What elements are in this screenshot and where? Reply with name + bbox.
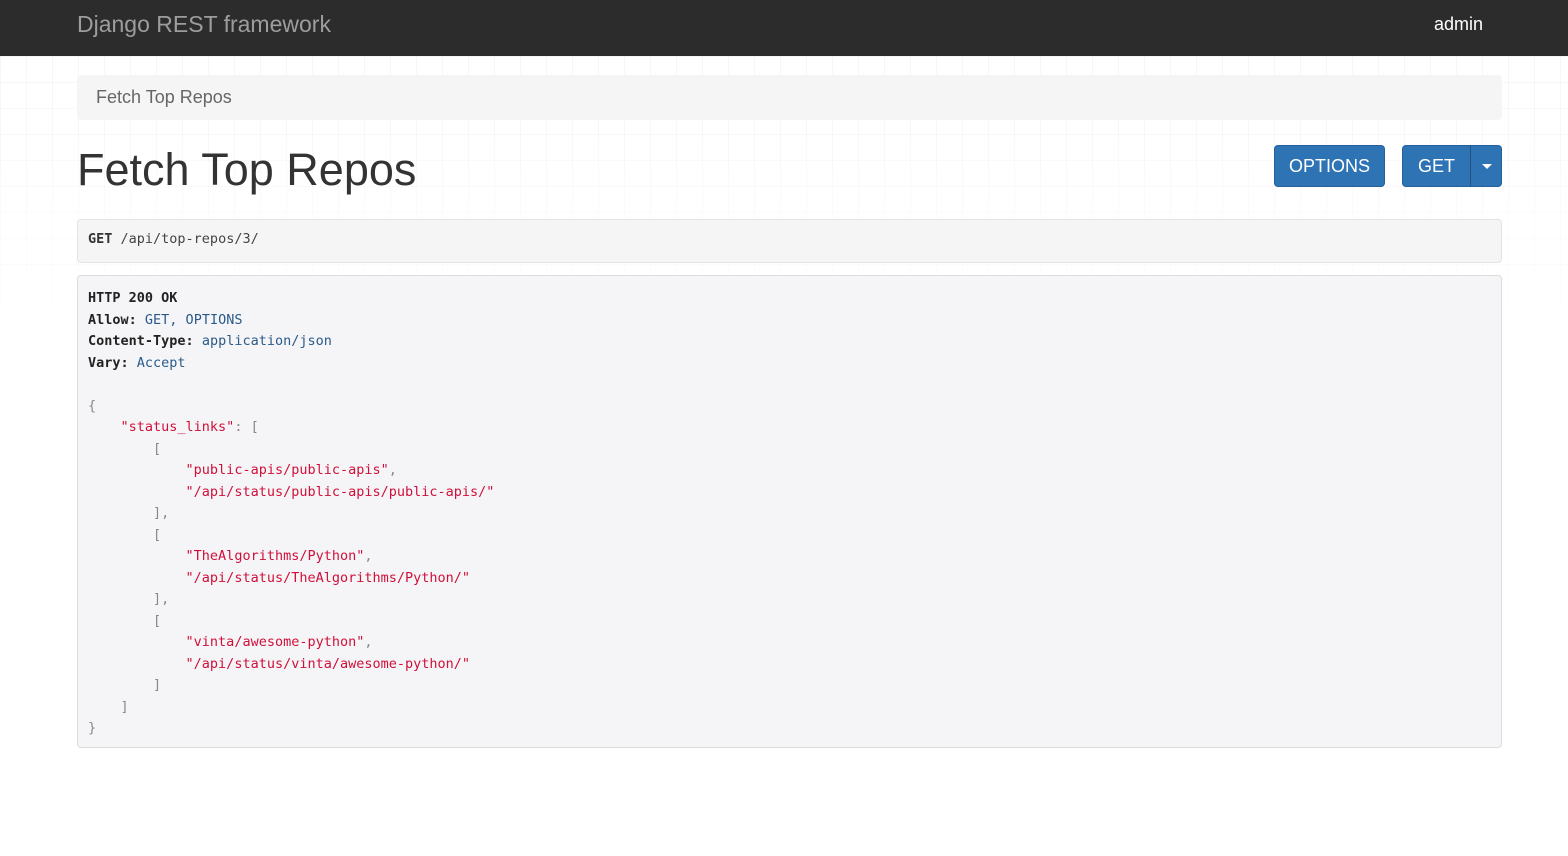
get-button-group: GET [1402, 145, 1502, 187]
format-dropdown-toggle[interactable] [1470, 145, 1502, 187]
status-line: HTTP 200 OK [88, 290, 178, 306]
json-string: "vinta/awesome-python", [185, 634, 373, 650]
json-string: "public-apis/public-apis", [185, 462, 397, 478]
options-button[interactable]: OPTIONS [1274, 145, 1385, 187]
request-info: GET /api/top-repos/3/ [77, 219, 1502, 263]
brand-link[interactable]: Django REST framework [77, 10, 331, 38]
request-path: /api/top-repos/3/ [120, 231, 259, 247]
caret-down-icon [1482, 164, 1492, 169]
header-allow: Allow: GET, OPTIONS [88, 311, 243, 328]
header-vary: Vary: Accept [88, 354, 186, 371]
header-content-type: Content-Type: application/json [88, 333, 332, 349]
response-info: HTTP 200 OK Allow: GET, OPTIONS Content-Ty… [77, 275, 1502, 748]
breadcrumb: Fetch Top Repos [77, 75, 1502, 120]
json-key-line: "status_links": [ [120, 419, 259, 435]
json-key: "status_links" [120, 419, 235, 435]
json-string: "/api/status/vinta/awesome-python/" [185, 655, 471, 672]
user-menu[interactable]: admin [1434, 12, 1483, 36]
json-string: "TheAlgorithms/Python", [185, 548, 373, 564]
request-method: GET [88, 231, 113, 247]
json-string: "/api/status/TheAlgorithms/Python/" [185, 569, 471, 586]
page-title: Fetch Top Repos [77, 144, 417, 195]
json-string: "/api/status/public-apis/public-apis/" [185, 483, 495, 500]
top-navbar: Django REST framework admin [0, 0, 1568, 56]
get-button[interactable]: GET [1402, 145, 1471, 187]
breadcrumb-item-active: Fetch Top Repos [96, 87, 232, 107]
